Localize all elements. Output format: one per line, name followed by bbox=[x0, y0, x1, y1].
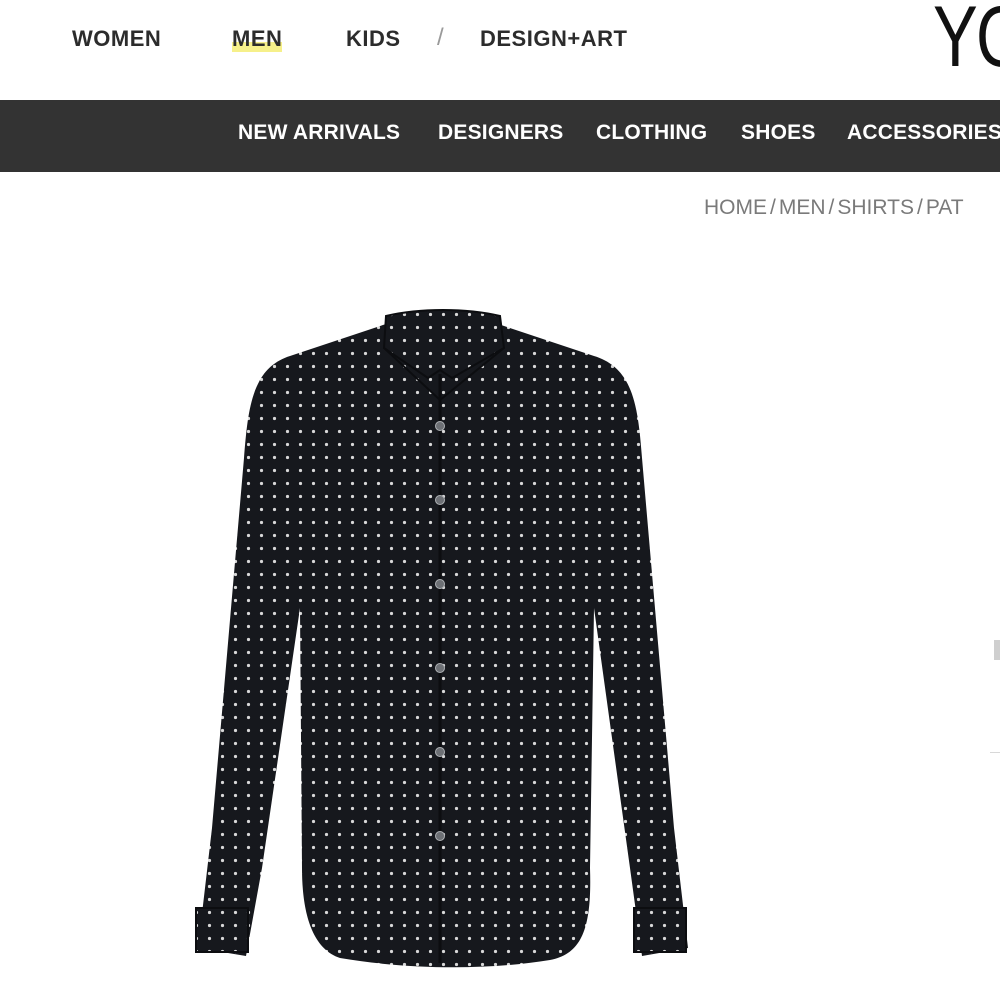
site-logo[interactable]: YO bbox=[933, 0, 1000, 80]
nav-design-art[interactable]: DESIGN+ART bbox=[480, 26, 627, 52]
breadcrumb-home[interactable]: HOME bbox=[704, 196, 767, 219]
edge-divider bbox=[990, 752, 1000, 753]
category-bar: NEW ARRIVALS DESIGNERS CLOTHING SHOES AC… bbox=[0, 100, 1000, 172]
nav-men[interactable]: MEN bbox=[232, 26, 283, 52]
breadcrumb-current: PAT bbox=[925, 196, 964, 219]
product-image[interactable] bbox=[190, 308, 690, 968]
category-designers[interactable]: DESIGNERS bbox=[438, 121, 564, 145]
breadcrumb-shirts[interactable]: SHIRTS bbox=[837, 196, 914, 219]
top-nav: WOMEN MEN KIDS / DESIGN+ART YO bbox=[0, 0, 1000, 100]
breadcrumb-separator: / bbox=[770, 196, 776, 219]
nav-kids[interactable]: KIDS bbox=[346, 26, 401, 52]
breadcrumb-separator: / bbox=[917, 196, 923, 219]
category-accessories[interactable]: ACCESSORIES bbox=[847, 121, 1000, 145]
edge-fragment bbox=[994, 640, 1000, 660]
breadcrumb: HOME / MEN / SHIRTS / PAT bbox=[704, 196, 964, 220]
category-shoes[interactable]: SHOES bbox=[741, 121, 816, 145]
patterned-shirt-icon bbox=[195, 309, 688, 968]
nav-separator: / bbox=[437, 24, 444, 51]
breadcrumb-men[interactable]: MEN bbox=[779, 196, 826, 219]
nav-women[interactable]: WOMEN bbox=[72, 26, 161, 52]
category-clothing[interactable]: CLOTHING bbox=[596, 121, 707, 145]
breadcrumb-separator: / bbox=[828, 196, 835, 219]
category-new-arrivals[interactable]: NEW ARRIVALS bbox=[238, 121, 400, 145]
